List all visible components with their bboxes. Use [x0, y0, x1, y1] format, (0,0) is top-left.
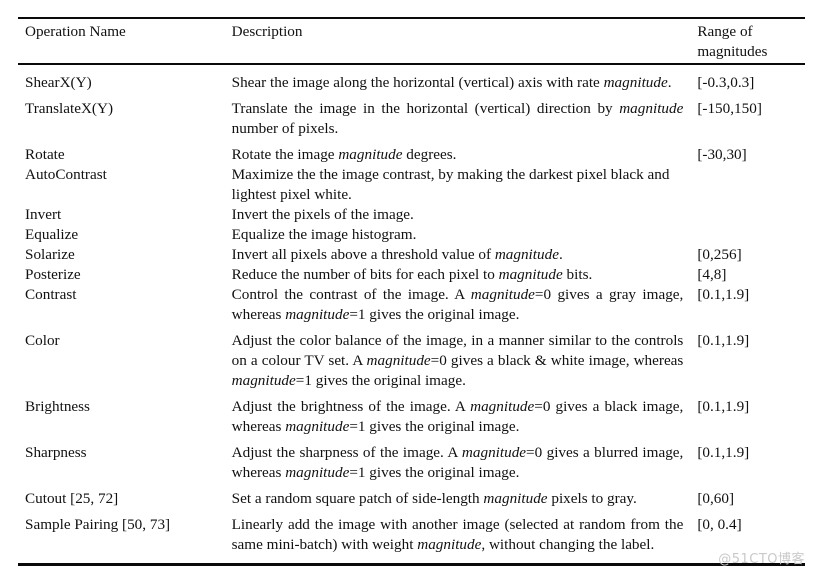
header-description: Description [231, 23, 303, 40]
cell-operation-name: Brightness [25, 398, 90, 415]
cell-range: [0.1,1.9] [697, 332, 750, 349]
header-range-line-1: Range of [697, 23, 753, 40]
table-row: Color Adjust the color balance of the im… [18, 325, 805, 391]
table-row: Solarize Invert all pixels above a thres… [18, 245, 805, 265]
description-text: Maximize the the image contrast, by maki… [231, 166, 670, 203]
header-range-line-2: magnitudes [697, 43, 768, 60]
cell-operation-name: Posterize [25, 266, 81, 283]
table-row: Sharpness Adjust the sharpness of the im… [18, 437, 805, 483]
header-range-of-magnitudes: Range of magnitudes [689, 20, 805, 65]
cell-operation-name: Solarize [25, 246, 75, 263]
description-text: Set a random square patch of side-length… [231, 490, 637, 507]
description-text: Shear the image along the horizontal (ve… [231, 74, 672, 91]
table-row: Contrast Control the contrast of the ima… [18, 285, 805, 325]
description-text: Equalize the image histogram. [231, 226, 417, 243]
site-watermark: @51CTO博客 [718, 552, 805, 567]
cell-description: Linearly add the image with another imag… [224, 509, 690, 555]
table-row: Sample Pairing [50, 73] Linearly add the… [18, 509, 805, 555]
table-row: Equalize Equalize the image histogram. [18, 225, 805, 245]
cell-description: Rotate the image magnitude degrees. [224, 139, 690, 165]
table-row: TranslateX(Y) Translate the image in the… [18, 93, 805, 139]
table-row: Brightness Adjust the brightness of the … [18, 391, 805, 437]
cell-operation-name: TranslateX(Y) [25, 100, 114, 117]
cell-range: [-30,30] [697, 146, 747, 163]
header-operation-name: Operation Name [25, 23, 126, 40]
table-row: Rotate Rotate the image magnitude degree… [18, 139, 805, 165]
cell-description: Adjust the sharpness of the image. A mag… [224, 437, 690, 483]
cell-description: Reduce the number of bits for each pixel… [224, 265, 690, 285]
description-text: Translate the image in the horizontal (v… [231, 100, 684, 137]
cell-range [689, 225, 805, 245]
table-row: ShearX(Y) Shear the image along the hori… [18, 65, 805, 93]
cell-description: Control the contrast of the image. A mag… [224, 285, 690, 325]
cell-description: Invert the pixels of the image. [224, 205, 690, 225]
table-header-row: Operation Name Description Range of magn… [18, 20, 805, 65]
description-text: Invert the pixels of the image. [231, 206, 414, 223]
cell-operation-name: Color [25, 332, 60, 349]
cell-range: [4,8] [697, 266, 727, 283]
cell-operation-name: ShearX(Y) [25, 74, 92, 91]
description-text: Adjust the brightness of the image. A ma… [231, 398, 684, 435]
cell-range: [0,60] [697, 490, 735, 507]
document-page: Operation Name Description Range of magn… [0, 0, 819, 583]
cell-operation-name: Invert [25, 206, 62, 223]
description-text: Adjust the color balance of the image, i… [231, 332, 684, 389]
cell-operation-name: Sample Pairing [50, 73] [25, 516, 171, 533]
cell-operation-name: Cutout [25, 72] [25, 490, 119, 507]
cell-range: [-0.3,0.3] [697, 74, 755, 91]
cell-description: Adjust the brightness of the image. A ma… [224, 391, 690, 437]
description-text: Reduce the number of bits for each pixel… [231, 266, 593, 283]
table-row: Cutout [25, 72] Set a random square patc… [18, 483, 805, 509]
table-row: Posterize Reduce the number of bits for … [18, 265, 805, 285]
cell-description: Shear the image along the horizontal (ve… [224, 65, 690, 93]
cell-description: Adjust the color balance of the image, i… [224, 325, 690, 391]
cell-range: [0,256] [697, 246, 742, 263]
cell-description: Translate the image in the horizontal (v… [224, 93, 690, 139]
cell-operation-name: AutoContrast [25, 166, 107, 183]
cell-description: Set a random square patch of side-length… [224, 483, 690, 509]
cell-range: [-150,150] [697, 100, 762, 117]
cell-description: Invert all pixels above a threshold valu… [224, 245, 690, 265]
cell-description: Maximize the the image contrast, by maki… [224, 165, 690, 205]
augmentation-operations-table: Operation Name Description Range of magn… [18, 20, 805, 555]
table-top-rule [18, 17, 805, 19]
cell-range [689, 205, 805, 225]
description-text: Rotate the image magnitude degrees. [231, 146, 457, 163]
table-bottom-rule [18, 563, 805, 566]
table-row: AutoContrast Maximize the the image cont… [18, 165, 805, 205]
cell-operation-name: Equalize [25, 226, 79, 243]
table-row: Invert Invert the pixels of the image. [18, 205, 805, 225]
cell-range [689, 165, 805, 205]
cell-operation-name: Rotate [25, 146, 65, 163]
description-text: Invert all pixels above a threshold valu… [231, 246, 563, 263]
cell-operation-name: Contrast [25, 286, 77, 303]
description-text: Adjust the sharpness of the image. A mag… [231, 444, 684, 481]
description-text: Linearly add the image with another imag… [231, 516, 684, 553]
cell-range: [0.1,1.9] [697, 444, 750, 461]
cell-range: [0.1,1.9] [697, 286, 750, 303]
cell-operation-name: Sharpness [25, 444, 87, 461]
cell-description: Equalize the image histogram. [224, 225, 690, 245]
cell-range: [0.1,1.9] [697, 398, 750, 415]
description-text: Control the contrast of the image. A mag… [231, 286, 684, 323]
